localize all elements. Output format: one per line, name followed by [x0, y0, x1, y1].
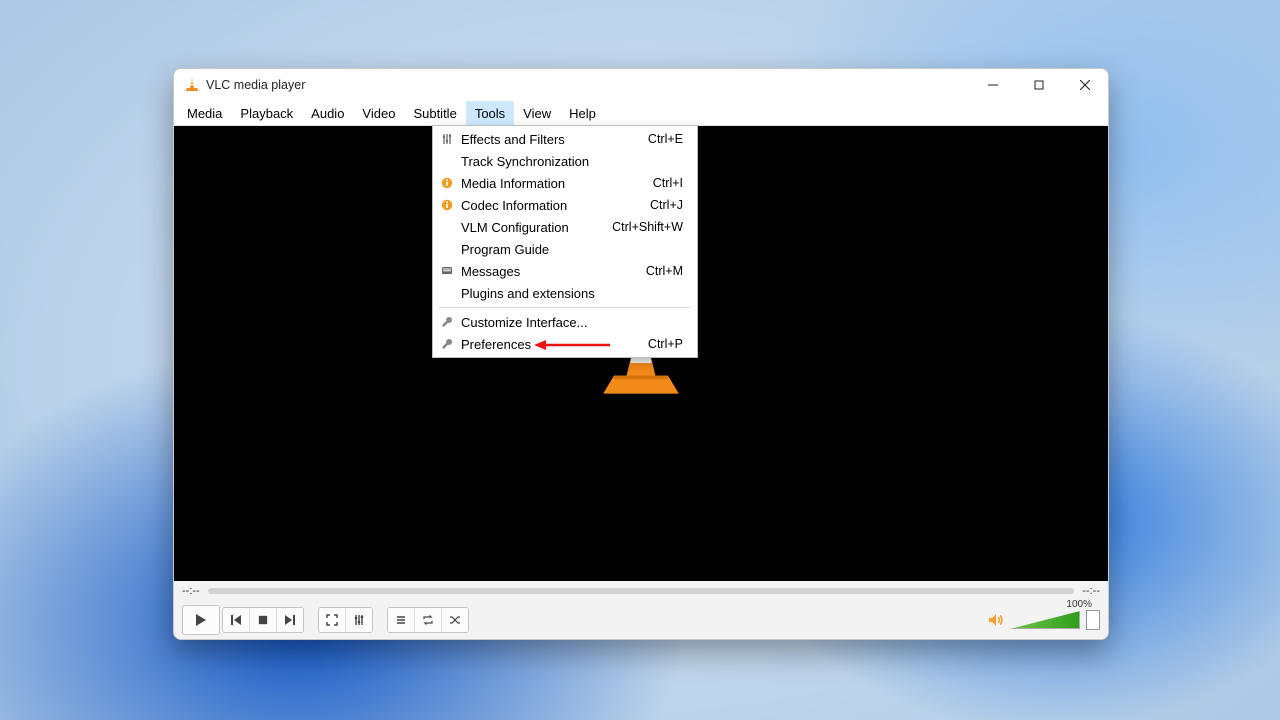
- extended-settings-button[interactable]: [345, 608, 372, 632]
- menuitem-messages[interactable]: Messages Ctrl+M: [433, 260, 697, 282]
- volume-control: 100%: [988, 610, 1100, 630]
- shuffle-button[interactable]: [441, 608, 468, 632]
- vlc-window: VLC media player Media Playback Audio Vi…: [173, 68, 1109, 640]
- window-close-button[interactable]: [1062, 69, 1108, 101]
- menu-separator: [439, 307, 691, 308]
- desktop-wallpaper: VLC media player Media Playback Audio Vi…: [0, 0, 1280, 720]
- tools-dropdown: Effects and Filters Ctrl+E Track Synchro…: [432, 125, 698, 358]
- fullscreen-button[interactable]: [319, 608, 345, 632]
- next-button[interactable]: [276, 608, 303, 632]
- volume-slider[interactable]: [1010, 611, 1080, 629]
- menuitem-plugins-and-extensions[interactable]: Plugins and extensions: [433, 282, 697, 304]
- volume-percent: 100%: [1066, 599, 1092, 610]
- vlc-cone-icon: [184, 77, 200, 93]
- previous-button[interactable]: [223, 608, 249, 632]
- menu-subtitle[interactable]: Subtitle: [404, 101, 465, 125]
- menuitem-preferences[interactable]: Preferences Ctrl+P: [433, 333, 697, 355]
- messages-icon: [433, 265, 461, 277]
- menuitem-media-information[interactable]: Media Information Ctrl+I: [433, 172, 697, 194]
- menu-view[interactable]: View: [514, 101, 560, 125]
- menu-help[interactable]: Help: [560, 101, 605, 125]
- window-minimize-button[interactable]: [970, 69, 1016, 101]
- menuitem-vlm-configuration[interactable]: VLM Configuration Ctrl+Shift+W: [433, 216, 697, 238]
- view-group: [318, 607, 373, 633]
- menu-audio[interactable]: Audio: [302, 101, 353, 125]
- wrench-icon: [433, 316, 461, 328]
- seek-bar-row: --:-- --:--: [174, 581, 1108, 601]
- wrench-icon: [433, 338, 461, 350]
- seek-slider[interactable]: [208, 588, 1075, 594]
- playlist-button[interactable]: [388, 608, 414, 632]
- menu-media[interactable]: Media: [178, 101, 231, 125]
- speaker-icon[interactable]: [988, 612, 1004, 628]
- elapsed-time[interactable]: --:--: [182, 585, 200, 597]
- window-maximize-button[interactable]: [1016, 69, 1062, 101]
- menuitem-codec-information[interactable]: Codec Information Ctrl+J: [433, 194, 697, 216]
- info-icon: [433, 199, 461, 211]
- menu-video[interactable]: Video: [353, 101, 404, 125]
- loop-button[interactable]: [414, 608, 441, 632]
- playback-controls: 100%: [174, 601, 1108, 639]
- sliders-icon: [433, 133, 461, 145]
- menu-tools[interactable]: Tools: [466, 101, 514, 125]
- stop-button[interactable]: [249, 608, 276, 632]
- play-button[interactable]: [182, 605, 220, 635]
- menuitem-track-synchronization[interactable]: Track Synchronization: [433, 150, 697, 172]
- title-bar[interactable]: VLC media player: [174, 69, 1108, 101]
- menuitem-effects-and-filters[interactable]: Effects and Filters Ctrl+E: [433, 128, 697, 150]
- menu-bar: Media Playback Audio Video Subtitle Tool…: [174, 101, 1108, 126]
- volume-max-box: [1086, 610, 1100, 630]
- menuitem-program-guide[interactable]: Program Guide: [433, 238, 697, 260]
- menu-playback[interactable]: Playback: [231, 101, 302, 125]
- window-title: VLC media player: [206, 78, 305, 92]
- total-time[interactable]: --:--: [1082, 585, 1100, 597]
- info-icon: [433, 177, 461, 189]
- menuitem-customize-interface[interactable]: Customize Interface...: [433, 311, 697, 333]
- transport-group: [222, 607, 304, 633]
- playlist-mode-group: [387, 607, 469, 633]
